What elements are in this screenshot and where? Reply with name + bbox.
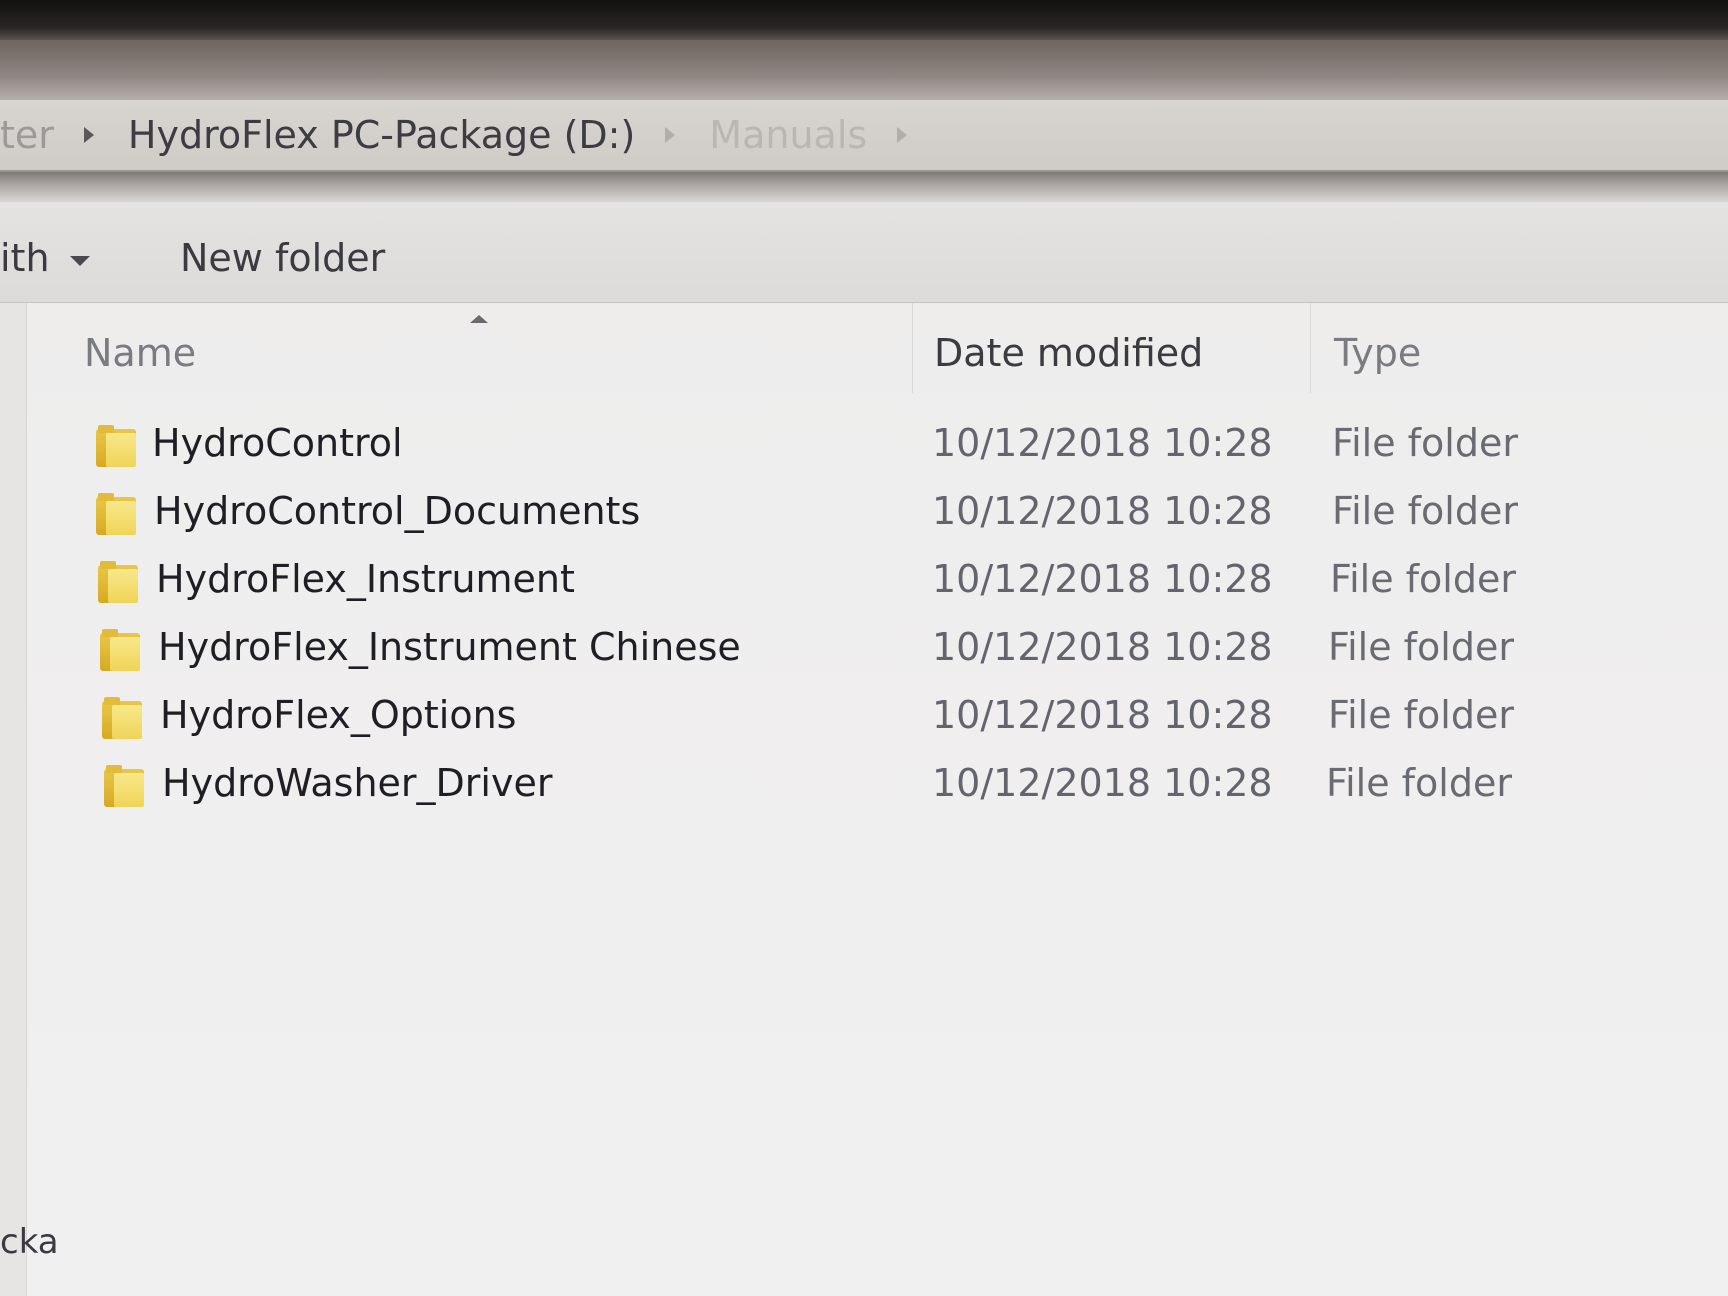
breadcrumb-item-computer[interactable]: ter xyxy=(0,113,54,157)
file-date-modified: 10/12/2018 10:28 xyxy=(932,489,1273,533)
file-type: File folder xyxy=(1330,557,1516,601)
chevron-down-icon xyxy=(69,255,90,266)
column-header-row: Name Date modified Type xyxy=(26,303,1728,393)
file-row[interactable]: HydroWasher_Driver 10/12/2018 10:28 File… xyxy=(0,753,1728,817)
file-row[interactable]: HydroFlex_Options 10/12/2018 10:28 File … xyxy=(0,685,1728,749)
file-type: File folder xyxy=(1328,625,1514,669)
breadcrumb-item-manuals[interactable]: Manuals xyxy=(709,113,867,157)
explorer-window: ter HydroFlex PC-Package (D:) Manuals it… xyxy=(0,0,1728,1296)
file-name: HydroFlex_Instrument Chinese xyxy=(158,625,741,669)
folder-icon xyxy=(102,697,142,739)
folder-icon xyxy=(100,629,140,671)
monitor-bezel xyxy=(0,0,1728,40)
sort-ascending-icon xyxy=(470,315,488,323)
share-with-button[interactable]: ith xyxy=(0,236,90,280)
file-type: File folder xyxy=(1328,693,1514,737)
breadcrumb-item-drive[interactable]: HydroFlex PC-Package (D:) xyxy=(128,113,635,157)
file-date-modified: 10/12/2018 10:28 xyxy=(932,625,1273,669)
file-name: HydroWasher_Driver xyxy=(162,761,553,805)
file-list-pane: Name Date modified Type HydroControl 10/… xyxy=(0,303,1728,1296)
file-row[interactable]: HydroFlex_Instrument Chinese 10/12/2018 … xyxy=(0,617,1728,681)
file-date-modified: 10/12/2018 10:28 xyxy=(932,557,1273,601)
file-name: HydroFlex_Instrument xyxy=(156,557,575,601)
column-header-type[interactable]: Type xyxy=(1334,331,1421,375)
file-row[interactable]: HydroFlex_Instrument 10/12/2018 10:28 Fi… xyxy=(0,549,1728,613)
column-divider[interactable] xyxy=(912,303,913,393)
command-bar: ith New folder xyxy=(0,202,1728,303)
breadcrumb-separator-icon[interactable] xyxy=(665,127,676,143)
folder-icon xyxy=(96,493,136,535)
file-type: File folder xyxy=(1332,489,1518,533)
file-date-modified: 10/12/2018 10:28 xyxy=(932,421,1273,465)
breadcrumb-separator-icon[interactable] xyxy=(83,127,94,143)
column-divider[interactable] xyxy=(1310,303,1311,393)
address-bar[interactable]: ter HydroFlex PC-Package (D:) Manuals xyxy=(0,100,1728,172)
breadcrumb-separator-icon[interactable] xyxy=(897,127,908,143)
file-name: HydroControl_Documents xyxy=(154,489,641,533)
column-header-date-modified[interactable]: Date modified xyxy=(934,331,1203,375)
file-name: HydroControl xyxy=(152,421,403,465)
file-row[interactable]: HydroControl 10/12/2018 10:28 File folde… xyxy=(0,413,1728,477)
folder-icon xyxy=(96,425,136,467)
file-row[interactable]: HydroControl_Documents 10/12/2018 10:28 … xyxy=(0,481,1728,545)
file-name: HydroFlex_Options xyxy=(160,693,517,737)
file-date-modified: 10/12/2018 10:28 xyxy=(932,761,1273,805)
file-date-modified: 10/12/2018 10:28 xyxy=(932,693,1273,737)
file-type: File folder xyxy=(1332,421,1518,465)
file-type: File folder xyxy=(1326,761,1512,805)
column-header-name[interactable]: Name xyxy=(84,331,196,375)
window-title-band xyxy=(0,40,1728,100)
new-folder-button[interactable]: New folder xyxy=(180,236,385,280)
share-with-label: ith xyxy=(0,236,50,280)
folder-icon xyxy=(104,765,144,807)
status-bar-text: cka xyxy=(0,1222,59,1262)
folder-icon xyxy=(98,561,138,603)
address-divider xyxy=(0,172,1728,202)
